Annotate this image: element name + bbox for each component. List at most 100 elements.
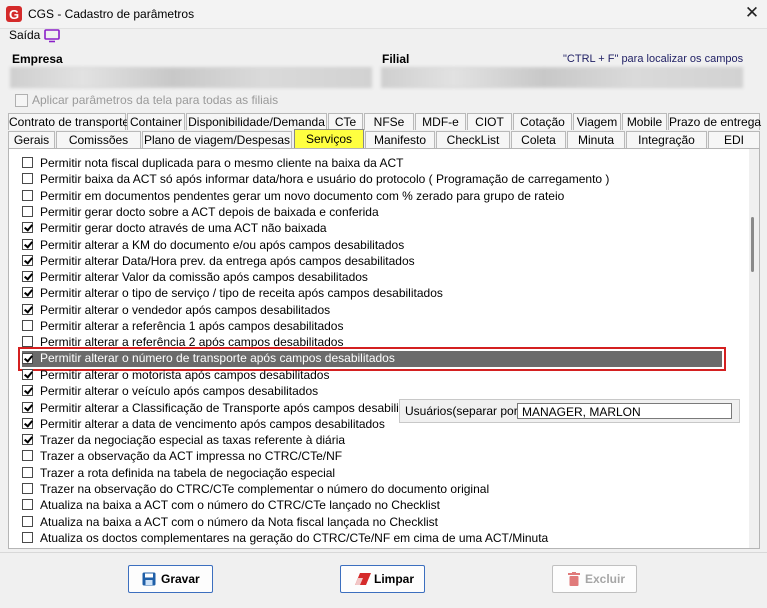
option-checkbox[interactable] [22, 336, 33, 348]
option-label: Trazer da negociação especial as taxas r… [40, 433, 346, 448]
option-checkbox[interactable] [22, 238, 33, 250]
option-checkbox[interactable] [22, 548, 33, 549]
option-checkbox[interactable] [22, 466, 33, 478]
tab-container[interactable]: Container [127, 113, 185, 130]
option-checkbox[interactable] [22, 434, 33, 446]
option-checkbox[interactable] [22, 401, 33, 413]
filial-field[interactable] [381, 67, 743, 88]
tab-gerais[interactable]: Gerais [8, 131, 55, 148]
tab-integracao[interactable]: Integração [626, 131, 707, 148]
option-checkbox[interactable] [22, 417, 33, 429]
menu-saida[interactable]: Saída [9, 28, 40, 42]
tab-coleta[interactable]: Coleta [511, 131, 566, 148]
close-icon[interactable]: ✕ [742, 3, 762, 23]
tab-servicos[interactable]: Serviços [294, 129, 364, 149]
option-checkbox[interactable] [22, 303, 33, 315]
option-checkbox[interactable] [22, 450, 33, 462]
option-checkbox[interactable] [22, 385, 33, 397]
tab-cotacao[interactable]: Cotação [513, 113, 572, 130]
option-label: Permitir alterar a KM do documento e/ou … [40, 237, 405, 252]
option-checkbox[interactable] [22, 173, 33, 185]
empresa-field[interactable] [10, 67, 372, 88]
tab-mobile[interactable]: Mobile [622, 113, 667, 130]
save-icon [142, 572, 156, 586]
tab-prazo-entrega[interactable]: Prazo de entrega [668, 113, 761, 130]
option-label: Permitir alterar a data de vencimento ap… [40, 416, 385, 431]
option-row-selected[interactable]: Permitir alterar o número de transporte … [18, 346, 726, 371]
option-checkbox[interactable] [22, 499, 33, 511]
option-checkbox[interactable] [22, 271, 33, 283]
eraser-icon [355, 573, 371, 585]
limpar-button[interactable]: Limpar [340, 565, 425, 593]
gravar-button[interactable]: Gravar [128, 565, 213, 593]
excluir-button[interactable]: Excluir [552, 565, 637, 593]
tab-checklist[interactable]: CheckList [436, 131, 510, 148]
option-label: Permitir alterar Valor da comissão após … [40, 270, 368, 285]
option-label: Permitir nota fiscal duplicada para o me… [40, 156, 404, 170]
option-label: Permitir alterar o motorista após campos… [40, 367, 330, 382]
option-checkbox[interactable] [22, 254, 33, 266]
window-title: CGS - Cadastro de parâmetros [28, 7, 195, 21]
option-label: Permitir baixa da ACT só após informar d… [40, 172, 610, 187]
option-label: Permitir alterar a referência 1 após cam… [40, 319, 344, 333]
option-label: Atualiza os doctos complementares na ger… [40, 530, 549, 545]
option-checkbox[interactable] [22, 320, 33, 331]
cgs-logo-icon: G [6, 6, 22, 22]
tab-disponibilidade[interactable]: Disponibilidade/Demanda [186, 113, 327, 130]
option-label: Trazer a observação da ACT impressa no C… [40, 449, 343, 464]
limpar-label: Limpar [374, 572, 415, 586]
option-label: Permitir alterar o vendedor após campos … [40, 302, 331, 317]
usuarios-input[interactable]: MANAGER, MARLON [517, 403, 732, 419]
search-hint: "CTRL + F" para localizar os campos [563, 53, 744, 65]
option-label: Trazer a rota definida na tabela de nego… [40, 465, 336, 480]
option-checkbox[interactable] [22, 189, 33, 201]
divider [0, 552, 767, 553]
option-label: Permitir gerar docto sobre a ACT depois … [40, 204, 379, 219]
tab-contrato-transporte[interactable]: Contrato de transporte [8, 113, 129, 130]
option-label: Trazer na observação do CTRC/CTe complem… [40, 482, 490, 496]
trash-icon [568, 572, 580, 586]
tab-mdfe[interactable]: MDF-e [415, 113, 466, 130]
gravar-label: Gravar [161, 572, 200, 586]
tab-manifesto[interactable]: Manifesto [365, 131, 435, 148]
tab-edi[interactable]: EDI [708, 131, 760, 148]
tab-plano-viagem[interactable]: Plano de viagem/Despesas [142, 131, 292, 148]
option-label: Permitir alterar o tipo de serviço / tip… [40, 286, 443, 301]
tab-ciot[interactable]: CIOT [467, 113, 512, 130]
apply-all-checkbox[interactable] [15, 94, 28, 107]
apply-all-label: Aplicar parâmetros da tela para todas as… [32, 93, 279, 107]
monitor-icon[interactable] [44, 29, 60, 43]
excluir-label: Excluir [585, 572, 626, 586]
option-label: Permitir alterar a referência 2 após cam… [40, 335, 344, 350]
option-label: Atualiza na baixa a ACT com o número da … [40, 514, 438, 529]
option-label: Permitir alterar o número de transporte … [40, 350, 395, 365]
usuarios-label: Usuários(separar por ,) [405, 404, 529, 418]
vertical-scrollbar[interactable] [749, 149, 759, 548]
option-label: Permitir alterar a Classificação de Tran… [40, 400, 443, 415]
option-label: Permitir alterar Data/Hora prev. da entr… [40, 253, 415, 268]
scroll-thumb[interactable] [751, 217, 754, 272]
option-label: Atualizar a localidade de entrega de aco… [40, 546, 400, 548]
option-label: Permitir em documentos pendentes gerar u… [40, 188, 565, 203]
option-checkbox[interactable] [22, 531, 33, 543]
servicos-options-panel: Permitir nota fiscal duplicada para o me… [8, 148, 760, 549]
option-label: Permitir alterar o veículo após campos d… [40, 384, 319, 399]
option-checkbox[interactable] [22, 287, 33, 299]
option-checkbox[interactable] [22, 515, 33, 527]
option-checkbox[interactable] [22, 157, 33, 168]
tab-cte[interactable]: CTe [328, 113, 363, 130]
option-checkbox[interactable] [22, 352, 33, 364]
option-checkbox[interactable] [22, 368, 33, 380]
empresa-label: Empresa [12, 52, 63, 66]
option-checkbox[interactable] [22, 222, 33, 234]
tab-minuta[interactable]: Minuta [567, 131, 625, 148]
filial-label: Filial [382, 52, 410, 66]
tab-viagem[interactable]: Viagem [573, 113, 621, 130]
option-checkbox[interactable] [22, 205, 33, 217]
tab-comissoes[interactable]: Comissões [56, 131, 141, 148]
tab-nfse[interactable]: NFSe [364, 113, 414, 130]
option-checkbox[interactable] [22, 483, 33, 494]
svg-text:G: G [9, 7, 19, 22]
option-label: Atualiza na baixa a ACT com o número do … [40, 498, 440, 513]
option-label: Permitir gerar docto através de uma ACT … [40, 221, 327, 236]
